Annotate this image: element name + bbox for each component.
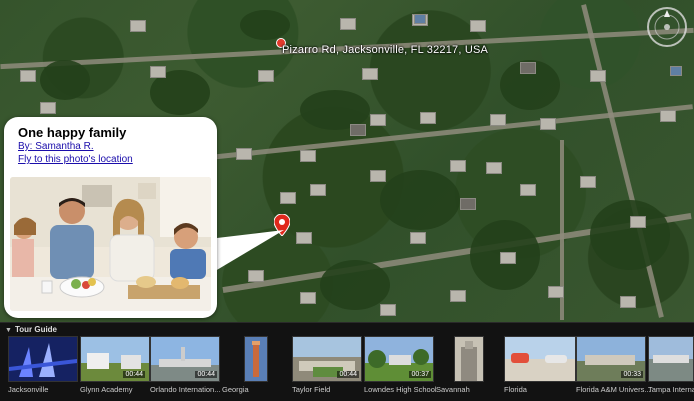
map-house [258,70,274,82]
map-house [300,292,316,304]
map-house [380,304,396,316]
map-house [630,216,646,228]
tour-item-caption: Orlando Internation... [150,385,221,394]
tour-guide-panel: ▼ Tour Guide Jacksonville 00:44 Glynn Aca… [0,322,694,401]
tour-thumbnail [8,336,78,382]
tour-item-caption: Florida [504,385,527,394]
map-house [40,102,56,114]
tour-item[interactable]: 00:44 Glynn Academy [80,336,150,401]
map-tree [380,170,460,230]
map-road [581,4,664,318]
family-photo[interactable] [10,177,211,311]
tour-item-caption: Lowndes High School [364,385,437,394]
map-house [620,296,636,308]
tour-item-caption: Taylor Field [292,385,331,394]
map-house [486,162,502,174]
tour-item[interactable]: Georgia [222,336,290,401]
map-house [350,124,366,136]
map-house [340,18,356,30]
tour-guide-label: Tour Guide [14,325,58,334]
map-house [590,70,606,82]
tour-item[interactable]: 00:33 Florida A&M Univers... [576,336,651,401]
tour-thumbnail-strip[interactable]: Jacksonville 00:44 Glynn Academy 00:44 O… [0,336,694,401]
tour-thumbnail [504,336,576,382]
tour-item-caption: Glynn Academy [80,385,133,394]
tour-thumbnail [454,336,484,382]
map-house [450,290,466,302]
tour-item-duration: 00:37 [409,371,431,378]
tour-item-duration: 00:44 [337,371,359,378]
map-tree [590,200,670,270]
map-house [296,232,312,244]
map-house [520,62,536,74]
map-house [310,184,326,196]
tour-item[interactable]: 00:44 Taylor Field [292,336,362,401]
tour-item[interactable]: 00:44 Orlando Internation... [150,336,220,401]
chevron-down-icon: ▼ [5,327,12,334]
map-house [130,20,146,32]
fly-to-location-link[interactable]: Fly to this photo's location [18,154,133,165]
map-house [150,66,166,78]
map-house [236,148,252,160]
map-house [470,20,486,32]
map-house [520,184,536,196]
map-house [362,68,378,80]
tour-item-caption: Georgia [222,385,249,394]
tour-item-duration: 00:33 [621,371,643,378]
tour-item-duration: 00:44 [195,371,217,378]
tour-thumbnail [648,336,694,382]
map-house [414,14,426,24]
navigation-compass-icon[interactable] [646,6,688,48]
map-house [280,192,296,204]
tour-item[interactable]: 00:37 Lowndes High School [364,336,437,401]
tour-item-caption: Jacksonville [8,385,49,394]
map-tree [240,10,290,40]
tour-item-caption: Tampa Interna... [648,385,694,394]
map-house [300,150,316,162]
tour-item[interactable]: Savannah [436,336,502,401]
map-house [670,66,682,76]
map-house [410,232,426,244]
map-house [580,176,596,188]
photo-author-link[interactable]: By: Samantha R. [18,141,94,152]
tour-thumbnail [244,336,268,382]
map-house [370,170,386,182]
map-tree [320,260,390,310]
tour-item[interactable]: Florida [504,336,576,401]
address-label: Pizarro Rd, Jacksonville, FL 32217, USA [282,44,489,56]
tour-item-duration: 00:44 [123,371,145,378]
photo-info-balloon: One happy family By: Samantha R. Fly to … [4,117,217,318]
map-house [450,160,466,172]
map-house [490,114,506,126]
map-house [540,118,556,130]
photo-title: One happy family [18,125,127,140]
map-house [460,198,476,210]
tour-guide-toggle[interactable]: ▼ Tour Guide [5,325,57,334]
map-house [370,114,386,126]
tour-item[interactable]: Tampa Interna... [648,336,694,401]
map-tree [40,60,90,100]
map-house [548,286,564,298]
tour-item-caption: Florida A&M Univers... [576,385,651,394]
tour-item-caption: Savannah [436,385,470,394]
map-house [20,70,36,82]
tour-item[interactable]: Jacksonville [8,336,78,401]
map-house [500,252,516,264]
map-house [660,110,676,122]
map-house [420,112,436,124]
